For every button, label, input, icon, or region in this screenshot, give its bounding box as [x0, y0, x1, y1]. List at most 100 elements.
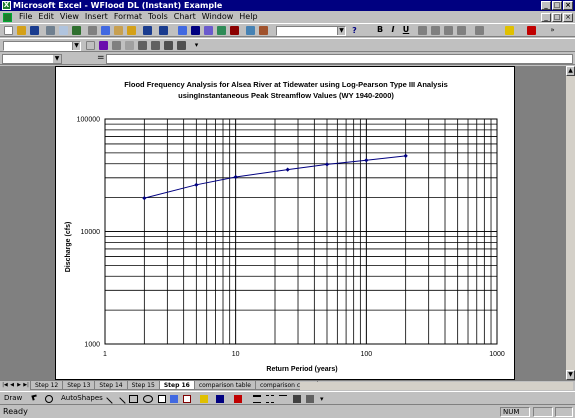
merge-center-icon[interactable] — [457, 26, 466, 35]
legend-icon[interactable] — [112, 41, 121, 50]
hyperlink-icon[interactable] — [178, 26, 187, 35]
paste-icon[interactable] — [114, 26, 123, 35]
tab-step-14[interactable]: Step 14 — [94, 381, 128, 390]
sort-descending-icon[interactable] — [230, 26, 239, 35]
autosum-icon[interactable] — [191, 26, 200, 35]
font-color-draw-icon[interactable] — [234, 395, 242, 403]
by-column-icon[interactable] — [151, 41, 160, 50]
paste-function-icon[interactable] — [204, 26, 213, 35]
doc-restore-button[interactable]: □ — [552, 13, 562, 22]
draw-toolbar-options-icon[interactable]: ▾ — [320, 395, 328, 403]
clip-art-icon[interactable] — [183, 395, 191, 403]
menu-format[interactable]: Format — [111, 11, 145, 23]
angle-text-up-icon[interactable] — [177, 41, 186, 50]
chart-sheet[interactable]: Flood Frequency Analysis for Alsea River… — [55, 66, 515, 380]
menu-view[interactable]: View — [57, 11, 82, 23]
text-box-icon[interactable] — [158, 395, 166, 403]
workbook-icon[interactable] — [3, 12, 12, 22]
align-left-icon[interactable] — [418, 26, 427, 35]
spelling-icon[interactable] — [72, 26, 81, 35]
chart-type-icon[interactable] — [99, 41, 108, 50]
arrow-style-icon[interactable] — [279, 395, 287, 403]
last-sheet-icon[interactable]: ▶| — [23, 382, 29, 389]
print-preview-icon[interactable] — [59, 26, 68, 35]
free-rotate-icon[interactable] — [45, 395, 53, 403]
horizontal-scrollbar[interactable] — [300, 382, 573, 390]
x-axis-label[interactable]: Return Period (years) — [266, 366, 337, 373]
by-row-icon[interactable] — [138, 41, 147, 50]
shadow-icon[interactable] — [293, 395, 301, 403]
menu-window[interactable]: Window — [199, 11, 237, 23]
angle-text-down-icon[interactable] — [164, 41, 173, 50]
menu-chart[interactable]: Chart — [171, 11, 199, 23]
open-icon[interactable] — [17, 26, 26, 35]
name-box[interactable]: ▼ — [2, 54, 62, 64]
dash-style-icon[interactable] — [266, 395, 274, 403]
3d-icon[interactable] — [306, 395, 314, 403]
tab-step-12[interactable]: Step 12 — [30, 381, 64, 390]
tab-step-15[interactable]: Step 15 — [126, 381, 160, 390]
prev-sheet-icon[interactable]: ◀ — [9, 382, 15, 389]
chevron-down-icon[interactable]: ▼ — [337, 27, 345, 35]
italic-button[interactable]: I — [388, 25, 398, 34]
select-objects-icon[interactable] — [31, 394, 38, 401]
drawing-icon[interactable] — [259, 26, 268, 35]
menu-edit[interactable]: Edit — [35, 11, 57, 23]
rectangle-icon[interactable] — [129, 395, 138, 403]
align-right-icon[interactable] — [444, 26, 453, 35]
draw-menu-button[interactable]: Draw — [4, 394, 22, 402]
fill-color-icon[interactable] — [505, 26, 514, 35]
wordart-icon[interactable] — [170, 395, 178, 403]
tab-step-16[interactable]: Step 16 — [158, 381, 195, 390]
redo-icon[interactable] — [159, 26, 168, 35]
chart-title-line2[interactable]: usingInstantaneous Peak Streamflow Value… — [178, 91, 394, 100]
doc-close-button[interactable]: × — [563, 13, 573, 22]
menu-insert[interactable]: Insert — [82, 11, 111, 23]
save-icon[interactable] — [30, 26, 39, 35]
toolbar-options-icon[interactable]: » — [548, 26, 557, 35]
menu-file[interactable]: File — [16, 11, 35, 23]
line-color-icon[interactable] — [216, 395, 224, 403]
cut-icon[interactable] — [88, 26, 97, 35]
new-icon[interactable] — [4, 26, 13, 35]
oval-icon[interactable] — [143, 395, 153, 403]
format-painter-icon[interactable] — [127, 26, 136, 35]
tab-step-13[interactable]: Step 13 — [62, 381, 96, 390]
autoshapes-menu-button[interactable]: AutoShapes — [61, 394, 103, 402]
vertical-scrollbar[interactable]: ▲ ▼ — [565, 66, 575, 380]
print-icon[interactable] — [46, 26, 55, 35]
font-color-icon[interactable] — [527, 26, 536, 35]
line-style-icon[interactable] — [253, 395, 261, 403]
align-center-icon[interactable] — [431, 26, 440, 35]
chart-wizard-icon[interactable] — [246, 26, 255, 35]
data-table-icon[interactable] — [125, 41, 134, 50]
menu-tools[interactable]: Tools — [145, 11, 171, 23]
undo-icon[interactable] — [143, 26, 152, 35]
chevron-down-icon[interactable]: ▼ — [53, 55, 61, 63]
next-sheet-icon[interactable]: ▶ — [16, 382, 22, 389]
sort-ascending-icon[interactable] — [217, 26, 226, 35]
maximize-button[interactable]: □ — [552, 1, 562, 10]
chart-objects-combo[interactable]: ▼ — [3, 41, 81, 51]
scroll-down-icon[interactable]: ▼ — [566, 370, 575, 380]
underline-button[interactable]: U — [401, 25, 411, 34]
minimize-button[interactable]: _ — [541, 1, 551, 10]
format-chart-area-icon[interactable] — [86, 41, 95, 50]
formula-input[interactable] — [106, 54, 573, 64]
copy-icon[interactable] — [101, 26, 110, 35]
tab-comparison-table[interactable]: comparison table — [193, 381, 256, 390]
scroll-up-icon[interactable]: ▲ — [566, 66, 575, 76]
first-sheet-icon[interactable]: |◀ — [2, 382, 8, 389]
doc-minimize-button[interactable]: _ — [541, 13, 551, 22]
close-button[interactable]: × — [563, 1, 573, 10]
flood-frequency-chart[interactable]: Flood Frequency Analysis for Alsea River… — [56, 67, 516, 381]
chart-title-line1[interactable]: Flood Frequency Analysis for Alsea River… — [124, 80, 448, 89]
y-axis-label[interactable]: Discharge (cfs) — [65, 222, 72, 273]
menu-help[interactable]: Help — [236, 11, 260, 23]
zoom-combo[interactable]: ▼ — [276, 26, 346, 36]
border-icon[interactable] — [475, 26, 484, 35]
chart-toolbar-options-icon[interactable]: ▾ — [192, 41, 201, 50]
bold-button[interactable]: B — [375, 25, 385, 34]
chevron-down-icon[interactable]: ▼ — [72, 42, 80, 50]
help-icon[interactable]: ? — [350, 26, 359, 35]
